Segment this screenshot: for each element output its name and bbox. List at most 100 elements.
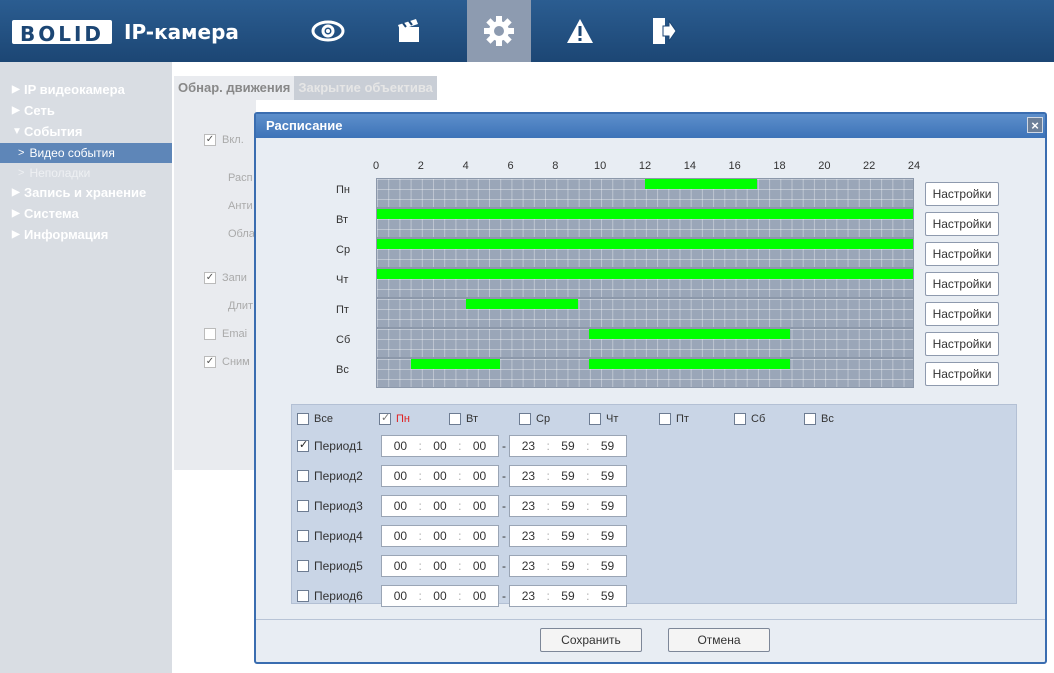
start-time-input[interactable]: 00:00:00 <box>381 495 499 517</box>
exit-icon[interactable] <box>632 0 696 62</box>
day-settings-button[interactable]: Настройки <box>925 242 999 266</box>
time-field[interactable]: 00 <box>473 469 486 483</box>
sidebar-item-system[interactable]: ▶ Система <box>0 204 172 224</box>
time-field[interactable]: 00 <box>433 589 446 603</box>
day-settings-button[interactable]: Настройки <box>925 302 999 326</box>
time-field[interactable]: 23 <box>522 529 535 543</box>
sidebar-item-recording[interactable]: ▶ Запись и хранение <box>0 183 172 203</box>
time-field[interactable]: 59 <box>601 439 614 453</box>
start-time-input[interactable]: 00:00:00 <box>381 435 499 457</box>
period-checkbox[interactable]: Период3 <box>297 499 381 513</box>
bg-row-enable[interactable]: ✓ Вкл. <box>204 134 244 146</box>
period-checkbox[interactable]: Период2 <box>297 469 381 483</box>
tab-motion-detection[interactable]: Обнар. движения <box>174 76 295 100</box>
checkbox-icon[interactable] <box>734 413 746 425</box>
checkbox-icon[interactable] <box>659 413 671 425</box>
time-field[interactable]: 00 <box>433 499 446 513</box>
time-field[interactable]: 00 <box>394 499 407 513</box>
day-schedule-row[interactable] <box>376 328 914 358</box>
time-field[interactable]: 00 <box>473 559 486 573</box>
time-field[interactable]: 59 <box>601 469 614 483</box>
start-time-input[interactable]: 00:00:00 <box>381 465 499 487</box>
checkbox-icon[interactable] <box>297 438 309 452</box>
time-field[interactable]: 23 <box>522 469 535 483</box>
time-field[interactable]: 23 <box>522 589 535 603</box>
end-time-input[interactable]: 23:59:59 <box>509 495 627 517</box>
end-time-input[interactable]: 23:59:59 <box>509 465 627 487</box>
time-field[interactable]: 00 <box>433 559 446 573</box>
day-schedule-row[interactable] <box>376 238 914 268</box>
checkbox-icon[interactable] <box>297 590 309 602</box>
day-schedule-row[interactable] <box>376 358 914 388</box>
checkbox-icon[interactable] <box>297 530 309 542</box>
time-field[interactable]: 59 <box>601 589 614 603</box>
gear-icon[interactable] <box>467 0 531 62</box>
checkbox-icon[interactable] <box>589 413 601 425</box>
day-checkbox[interactable]: Пт <box>659 413 689 425</box>
time-field[interactable]: 00 <box>394 469 407 483</box>
day-checkbox[interactable]: Чт <box>589 413 618 425</box>
clapperboard-icon[interactable] <box>377 0 441 62</box>
time-field[interactable]: 00 <box>394 439 407 453</box>
checkbox-icon[interactable]: ✓ <box>204 272 216 284</box>
checkbox-icon[interactable]: ✓ <box>204 356 216 368</box>
start-time-input[interactable]: 00:00:00 <box>381 525 499 547</box>
bg-row-email[interactable]: Emai <box>204 328 247 340</box>
day-checkbox[interactable]: Вс <box>804 413 834 425</box>
time-field[interactable]: 00 <box>473 439 486 453</box>
day-schedule-row[interactable] <box>376 208 914 238</box>
time-field[interactable]: 00 <box>433 469 446 483</box>
time-field[interactable]: 59 <box>601 499 614 513</box>
time-field[interactable]: 59 <box>601 559 614 573</box>
time-field[interactable]: 59 <box>561 439 574 453</box>
period-checkbox[interactable]: Период5 <box>297 559 381 573</box>
period-checkbox[interactable]: Период4 <box>297 529 381 543</box>
checkbox-icon[interactable] <box>297 470 309 482</box>
checkbox-icon[interactable] <box>519 413 531 425</box>
end-time-input[interactable]: 23:59:59 <box>509 525 627 547</box>
time-field[interactable]: 59 <box>601 529 614 543</box>
day-checkbox[interactable]: Сб <box>734 413 765 425</box>
time-field[interactable]: 00 <box>473 529 486 543</box>
time-field[interactable]: 00 <box>433 529 446 543</box>
bg-row-record[interactable]: ✓ Запи <box>204 272 247 284</box>
day-schedule-row[interactable] <box>376 298 914 328</box>
start-time-input[interactable]: 00:00:00 <box>381 585 499 607</box>
time-field[interactable]: 00 <box>473 589 486 603</box>
time-field[interactable]: 23 <box>522 499 535 513</box>
end-time-input[interactable]: 23:59:59 <box>509 435 627 457</box>
eye-icon[interactable] <box>296 0 360 62</box>
day-checkbox[interactable]: Пн <box>379 411 410 425</box>
time-field[interactable]: 00 <box>473 499 486 513</box>
checkbox-icon[interactable] <box>804 413 816 425</box>
day-schedule-row[interactable] <box>376 178 914 208</box>
cancel-button[interactable]: Отмена <box>668 628 770 652</box>
checkbox-icon[interactable] <box>379 411 391 425</box>
checkbox-icon[interactable] <box>297 413 309 425</box>
warning-icon[interactable] <box>548 0 612 62</box>
time-field[interactable]: 23 <box>522 559 535 573</box>
checkbox-icon[interactable] <box>297 560 309 572</box>
checkbox-icon[interactable] <box>297 500 309 512</box>
sidebar-item-video-events[interactable]: > Видео события <box>0 143 172 163</box>
time-field[interactable]: 59 <box>561 469 574 483</box>
time-field[interactable]: 59 <box>561 529 574 543</box>
save-button[interactable]: Сохранить <box>540 628 642 652</box>
start-time-input[interactable]: 00:00:00 <box>381 555 499 577</box>
day-settings-button[interactable]: Настройки <box>925 272 999 296</box>
time-field[interactable]: 00 <box>394 529 407 543</box>
checkbox-icon[interactable]: ✓ <box>204 134 216 146</box>
period-checkbox[interactable]: Период1 <box>297 438 381 453</box>
time-field[interactable]: 00 <box>394 559 407 573</box>
sidebar-item-network[interactable]: ▶ Сеть <box>0 101 172 121</box>
end-time-input[interactable]: 23:59:59 <box>509 555 627 577</box>
sidebar-item-info[interactable]: ▶ Информация <box>0 225 172 245</box>
day-checkbox[interactable]: Все <box>297 413 333 425</box>
end-time-input[interactable]: 23:59:59 <box>509 585 627 607</box>
sidebar-item-ip-camera[interactable]: ▶ IP видеокамера <box>0 80 172 100</box>
day-settings-button[interactable]: Настройки <box>925 362 999 386</box>
sidebar-item-events[interactable]: ▼ События <box>0 122 172 142</box>
tab-lens-cover[interactable]: Закрытие объектива <box>294 76 437 100</box>
time-field[interactable]: 59 <box>561 559 574 573</box>
checkbox-icon[interactable] <box>204 328 216 340</box>
